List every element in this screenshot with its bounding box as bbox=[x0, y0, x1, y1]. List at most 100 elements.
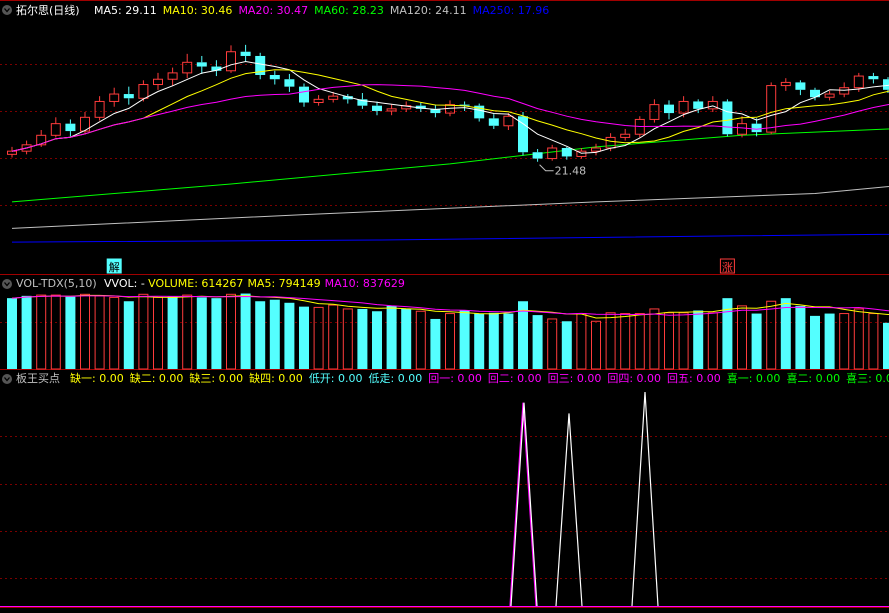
volume-bar bbox=[576, 313, 587, 370]
marker-label: 解 bbox=[109, 260, 120, 274]
candle-body bbox=[386, 108, 397, 112]
volume-bar bbox=[693, 310, 704, 369]
volume-bar bbox=[109, 296, 120, 370]
legend-item: MA10: 30.46 bbox=[163, 4, 233, 17]
volume-bar bbox=[182, 294, 193, 370]
volume-bar bbox=[883, 322, 889, 369]
legend-item: 回四: 0.00 bbox=[607, 372, 661, 385]
volume-bar bbox=[357, 308, 368, 369]
volume-bar bbox=[94, 295, 105, 370]
volume-bar bbox=[386, 305, 397, 369]
volume-bar bbox=[605, 312, 616, 370]
candle-body bbox=[313, 98, 324, 104]
candle-body bbox=[109, 93, 120, 102]
volume-bar bbox=[839, 313, 850, 370]
volume-bar bbox=[547, 318, 558, 370]
candle-body bbox=[868, 76, 879, 80]
candle-body bbox=[751, 123, 762, 133]
volume-bar bbox=[445, 313, 455, 370]
ma60-line bbox=[11, 121, 889, 203]
legend-item: 回五: 0.00 bbox=[667, 372, 721, 385]
legend-item: 回一: 0.00 bbox=[428, 372, 482, 385]
volume-bar bbox=[591, 320, 601, 370]
volume-bar bbox=[80, 293, 90, 370]
volume-bar bbox=[503, 313, 514, 369]
volume-bar bbox=[664, 312, 674, 370]
volume-bar bbox=[167, 296, 178, 369]
candle-body bbox=[532, 152, 543, 159]
volume-bar bbox=[634, 313, 645, 370]
stock-title: 拓尔思(日线) bbox=[16, 3, 80, 17]
volume-bar bbox=[255, 301, 266, 369]
volume-legend: VOL-TDX(5,10) VVOL: - VOLUME: 614267 MA5: … bbox=[2, 277, 405, 290]
candle-body bbox=[299, 86, 309, 103]
legend-item: MA120: 24.11 bbox=[390, 4, 467, 17]
candle-body bbox=[737, 123, 747, 135]
volume-bar bbox=[780, 298, 791, 369]
indicator-spike bbox=[631, 391, 659, 607]
ma5-line bbox=[11, 60, 889, 154]
legend-item: 缺四: 0.00 bbox=[249, 371, 303, 385]
candle-body bbox=[547, 147, 558, 160]
legend-item: 缺三: 0.00 bbox=[189, 371, 243, 385]
indicator-spike bbox=[510, 402, 538, 607]
indicator-spikes bbox=[0, 391, 889, 607]
legend-item: MA10: 837629 bbox=[325, 277, 405, 290]
volume-bar bbox=[707, 312, 718, 370]
candle-body bbox=[722, 101, 733, 135]
volume-bar bbox=[7, 298, 17, 369]
legend-item: VVOL: - bbox=[104, 277, 145, 290]
volume-bar bbox=[824, 313, 835, 369]
volume-bar bbox=[226, 293, 236, 370]
volume-bar bbox=[474, 313, 485, 369]
chevron-down-icon[interactable] bbox=[2, 374, 12, 384]
volume-bar bbox=[21, 295, 32, 369]
legend-item: 缺一: 0.00 bbox=[70, 371, 124, 385]
price-annotations: 35.6521.48解涨$ bbox=[106, 164, 735, 274]
volume-bar bbox=[269, 299, 280, 369]
candle-body bbox=[883, 79, 889, 90]
volume-bar bbox=[488, 312, 499, 369]
candle-body bbox=[182, 61, 193, 74]
candle-body bbox=[503, 115, 514, 127]
ma250-line bbox=[11, 230, 889, 243]
long-moving-averages bbox=[11, 121, 889, 243]
chevron-down-icon[interactable] bbox=[2, 5, 12, 15]
candle-body bbox=[269, 75, 280, 80]
candle-body bbox=[591, 147, 601, 152]
candle-body bbox=[50, 123, 61, 136]
volume-bar bbox=[299, 306, 309, 369]
legend-item: VOLUME: 614267 bbox=[148, 277, 243, 290]
ma-legend: MA5: 29.11 MA10: 30.46 MA20: 30.47 MA60: 28… bbox=[94, 4, 549, 17]
volume-bar bbox=[415, 310, 426, 370]
price-legend: 拓尔思(日线) MA5: 29.11 MA10: 30.46 MA20: 30.47… bbox=[2, 3, 549, 17]
chevron-down-icon[interactable] bbox=[2, 279, 12, 289]
indicator-values: 缺一: 0.00 缺二: 0.00 缺三: 0.00 缺四: 0.00 低开: 0.00… bbox=[70, 371, 889, 385]
legend-item: 回二: 0.00 bbox=[488, 372, 542, 385]
legend-item: 回三: 0.00 bbox=[548, 372, 602, 385]
volume-bar bbox=[240, 293, 251, 369]
candle-body bbox=[167, 72, 178, 80]
legend-item: MA250: 17.96 bbox=[473, 4, 550, 17]
candle-body bbox=[138, 84, 149, 99]
volume-bar bbox=[868, 313, 879, 370]
candle-body bbox=[620, 133, 631, 138]
candle-body bbox=[372, 105, 382, 111]
low-pointer bbox=[539, 164, 554, 172]
candle-body bbox=[488, 118, 499, 126]
candle-body bbox=[839, 87, 850, 95]
volume-bar bbox=[313, 306, 324, 370]
candle-body bbox=[7, 150, 17, 155]
indicator-spike bbox=[509, 402, 537, 607]
volume-bar bbox=[372, 311, 382, 369]
candle-body bbox=[153, 78, 163, 86]
volume-bar bbox=[561, 321, 572, 369]
volume-bar bbox=[153, 296, 163, 370]
volume-bar bbox=[810, 315, 820, 369]
volume-bar bbox=[678, 312, 689, 370]
legend-item: MA20: 30.47 bbox=[238, 4, 308, 17]
short-moving-averages bbox=[11, 60, 889, 154]
indicator-title: 板王买点 bbox=[16, 371, 60, 385]
legend-item: 低走: 0.00 bbox=[369, 372, 423, 385]
volume-title: VOL-TDX(5,10) bbox=[16, 277, 97, 290]
